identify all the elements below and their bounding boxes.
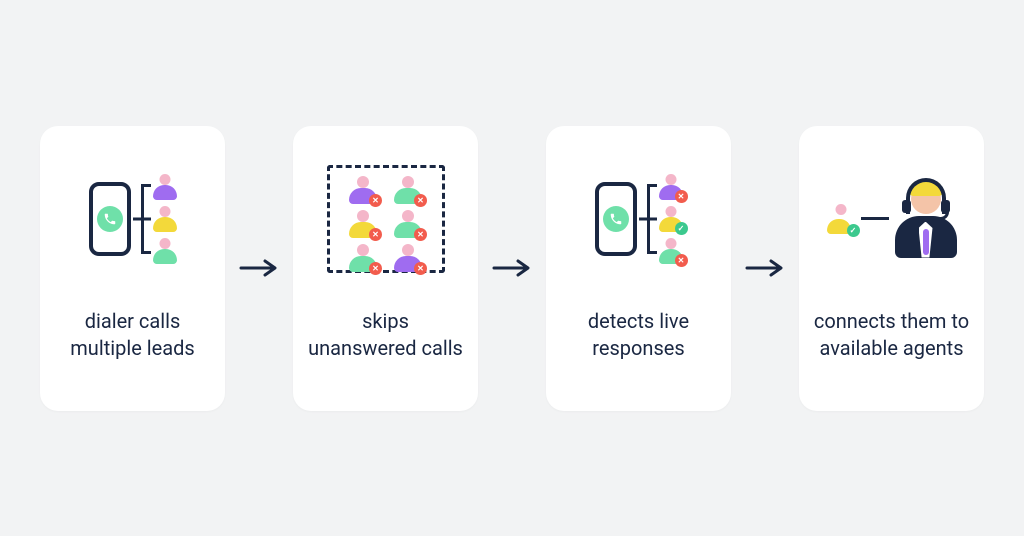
phone-icon xyxy=(89,182,131,256)
bracket-connector-icon xyxy=(639,178,657,260)
x-badge-icon: ✕ xyxy=(369,194,382,207)
lead-person-icon xyxy=(153,174,177,200)
step-card-1: dialer calls multiple leads xyxy=(40,126,225,411)
x-badge-icon: ✕ xyxy=(414,228,427,241)
step-card-3: ✕ ✓ ✕ detects live responses xyxy=(546,126,731,411)
lead-person-icon: ✓ xyxy=(827,204,855,234)
x-badge-icon: ✕ xyxy=(675,254,688,267)
dialer-process-flow: dialer calls multiple leads ✕ ✕ ✕ ✕ ✕ ✕ … xyxy=(40,126,984,411)
x-badge-icon: ✕ xyxy=(414,262,427,275)
lead-person-icon xyxy=(153,206,177,232)
step-caption: detects live responses xyxy=(560,308,717,362)
lead-person-icon xyxy=(153,238,177,264)
leads-status-group: ✕ ✓ ✕ xyxy=(659,174,683,264)
lead-person-icon: ✓ xyxy=(659,206,683,232)
step-3-illustration: ✕ ✓ ✕ xyxy=(560,154,717,284)
connection-line-icon xyxy=(861,217,889,220)
connect-to-agent-icon: ✓ xyxy=(827,180,957,258)
step-2-illustration: ✕ ✕ ✕ ✕ ✕ ✕ xyxy=(307,154,464,284)
lead-person-icon: ✕ xyxy=(659,174,683,200)
step-caption: skips unanswered calls xyxy=(307,308,464,362)
step-caption: connects them to available agents xyxy=(813,308,970,362)
lead-person-icon: ✕ xyxy=(394,210,422,238)
leads-group xyxy=(153,174,177,264)
step-card-2: ✕ ✕ ✕ ✕ ✕ ✕ skips unanswered calls xyxy=(293,126,478,411)
x-badge-icon: ✕ xyxy=(369,262,382,275)
lead-person-icon: ✕ xyxy=(394,176,422,204)
lead-person-icon: ✕ xyxy=(349,176,377,204)
arrow-right-icon xyxy=(743,246,787,290)
phone-icon xyxy=(595,182,637,256)
step-card-4: ✓ connects them to available agents xyxy=(799,126,984,411)
x-badge-icon: ✕ xyxy=(675,190,688,203)
arrow-right-icon xyxy=(237,246,281,290)
lead-person-icon: ✕ xyxy=(659,238,683,264)
x-badge-icon: ✕ xyxy=(369,228,382,241)
arrow-right-icon xyxy=(490,246,534,290)
step-caption: dialer calls multiple leads xyxy=(54,308,211,362)
unanswered-group-icon: ✕ ✕ ✕ ✕ ✕ ✕ xyxy=(327,165,445,273)
bracket-connector-icon xyxy=(133,178,151,260)
lead-person-icon: ✕ xyxy=(394,244,422,272)
check-badge-icon: ✓ xyxy=(847,224,860,237)
lead-person-icon: ✕ xyxy=(349,244,377,272)
step-4-illustration: ✓ xyxy=(813,154,970,284)
x-badge-icon: ✕ xyxy=(414,194,427,207)
agent-icon xyxy=(895,180,957,258)
check-badge-icon: ✓ xyxy=(675,222,688,235)
phone-call-icon xyxy=(97,206,123,232)
phone-call-icon xyxy=(603,206,629,232)
step-1-illustration xyxy=(54,154,211,284)
lead-person-icon: ✕ xyxy=(349,210,377,238)
